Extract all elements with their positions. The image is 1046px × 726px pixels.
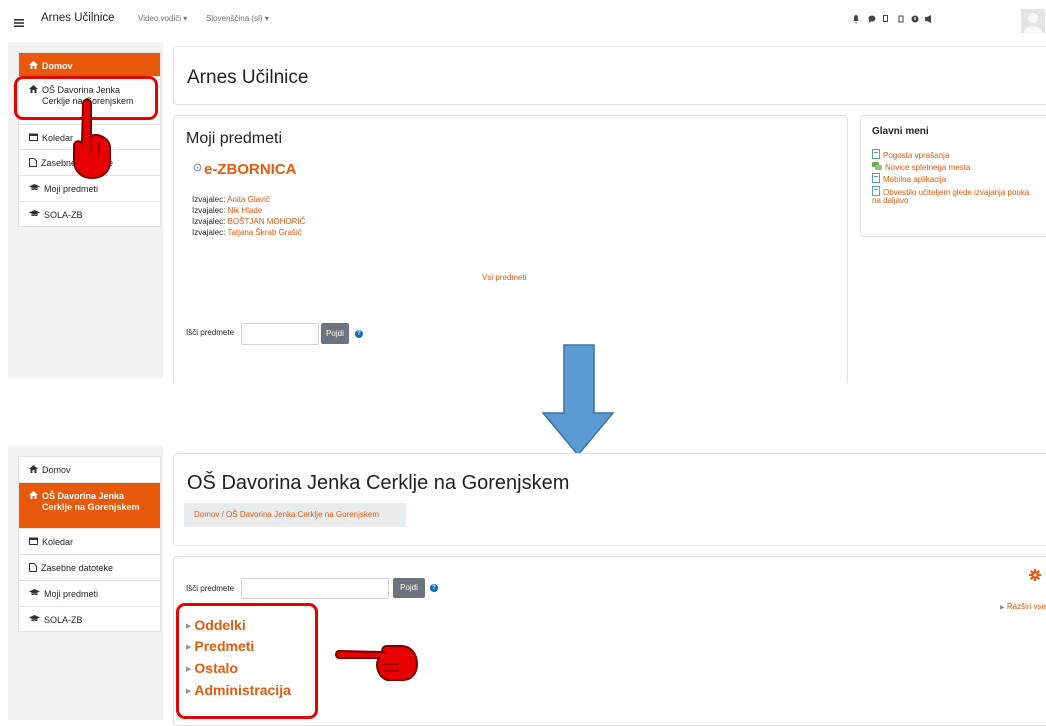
home-icon — [29, 491, 38, 499]
all-courses-link[interactable]: Vsi predmeti — [482, 273, 526, 282]
calendar-icon — [29, 133, 38, 141]
main-menu-item[interactable]: Novice spletnega mesta — [872, 161, 1029, 174]
bottom-sidebar-item-sola-zb[interactable]: SOLA-ZB — [19, 607, 160, 631]
main-menu-item-tail[interactable]: na daljavo — [872, 196, 908, 205]
file-icon — [29, 158, 37, 167]
search-label: Išči predmete — [186, 328, 235, 337]
home-icon — [29, 465, 38, 473]
page-icon — [872, 185, 880, 196]
course-link[interactable]: e-ZBORNICA — [204, 161, 297, 178]
teacher-row: Izvajalec: Anita Glavič — [192, 195, 270, 204]
main-menu-item[interactable]: Pogosta vprašanja — [872, 149, 1029, 162]
main-menu-block: Glavni meni Pogosta vprašanja Novice spl… — [860, 115, 1046, 237]
breadcrumb-item-school[interactable]: OŠ Davorina Jenka Cerklje na Gorenjskem — [226, 510, 379, 519]
graduation-cap-icon — [29, 589, 40, 595]
video-guides-menu[interactable]: Video vodiči ▾ — [138, 14, 187, 23]
annotation-highlight-bottom — [176, 603, 318, 719]
bottom-sidebar-item-my-courses[interactable]: Moji predmeti — [19, 581, 160, 607]
my-courses-heading: Moji predmeti — [186, 130, 283, 147]
page-title: OŠ Davorina Jenka Cerklje na Gorenjskem — [187, 472, 570, 494]
main-menu-list: Pogosta vprašanja Novice spletnega mesta… — [872, 149, 1029, 198]
graduation-cap-icon — [29, 184, 40, 190]
breadcrumb-separator: / — [221, 510, 224, 519]
top-page-header: Arnes Učilnice — [173, 46, 1046, 105]
top-sidebar-item-domov[interactable]: Domov — [19, 53, 160, 77]
top-navbar: Arnes Učilnice Video vodiči ▾ Slovenščin… — [0, 0, 1046, 42]
hand-cursor-icon — [73, 98, 111, 180]
page-title: Arnes Učilnice — [187, 67, 309, 88]
page-icon — [872, 173, 880, 184]
search-go-button[interactable]: Pojdi — [321, 323, 349, 344]
main-menu-item[interactable]: Mobilna aplikacija — [872, 173, 1029, 186]
help-icon[interactable]: ? — [430, 584, 438, 592]
teacher-row: Izvajalec: Nik Hlade — [192, 206, 263, 215]
calendar-icon — [29, 537, 38, 545]
graduation-cap-icon — [29, 210, 40, 216]
my-courses-panel: Moji predmeti e-ZBORNICA Izvajalec: Anit… — [173, 115, 848, 385]
language-menu[interactable]: Slovenščina (sl) ▾ — [206, 14, 269, 23]
expand-all-link[interactable]: ▶ Razširi vse — [1000, 602, 1046, 611]
down-arrow-icon — [541, 344, 615, 457]
search-go-button[interactable]: Pojdi — [393, 578, 425, 598]
page-icon — [872, 149, 880, 159]
bottom-sidebar-item-koledar[interactable]: Koledar — [19, 529, 160, 555]
main-menu-heading: Glavni meni — [872, 126, 929, 137]
help-icon[interactable]: ? — [355, 330, 363, 338]
gear-icon[interactable] — [1029, 569, 1041, 581]
avatar[interactable] — [1021, 9, 1045, 33]
home-icon — [29, 61, 38, 69]
bottom-sidebar-item-domov[interactable]: Domov — [19, 457, 160, 483]
teacher-row: Izvajalec: Tatjana Škrab Grašič — [192, 228, 302, 237]
top-sidebar-item-sola-zb[interactable]: SOLA-ZB — [19, 202, 160, 226]
hand-pointer-icon — [335, 645, 419, 681]
graduation-cap-icon — [29, 615, 40, 621]
breadcrumb: Domov / OŠ Davorina Jenka Cerklje na Gor… — [184, 503, 406, 527]
forum-icon — [872, 161, 882, 170]
bottom-page-header: OŠ Davorina Jenka Cerklje na Gorenjskem … — [173, 453, 1046, 546]
search-label: Išči predmete — [186, 584, 235, 593]
breadcrumb-item-home[interactable]: Domov — [194, 510, 219, 519]
bottom-sidebar-item-files[interactable]: Zasebne datoteke — [19, 555, 160, 581]
file-icon — [29, 563, 37, 572]
teacher-row: Izvajalec: BOŠTJAN MOHORIČ — [192, 217, 306, 226]
bottom-sidebar: Domov OŠ Davorina Jenka Cerklje na Goren… — [18, 456, 161, 632]
brand[interactable]: Arnes Učilnice — [41, 12, 115, 24]
bottom-sidebar-item-school[interactable]: OŠ Davorina Jenka Cerklje na Gorenjskem — [19, 483, 160, 529]
navbar-icons[interactable] — [853, 14, 953, 24]
hamburger-icon[interactable] — [14, 14, 24, 27]
course-search-input[interactable] — [241, 578, 389, 599]
teacher-list: Izvajalec: Anita Glavič Izvajalec: Nik H… — [192, 194, 305, 238]
course-icon — [193, 163, 202, 172]
course-search-input[interactable] — [241, 323, 319, 345]
